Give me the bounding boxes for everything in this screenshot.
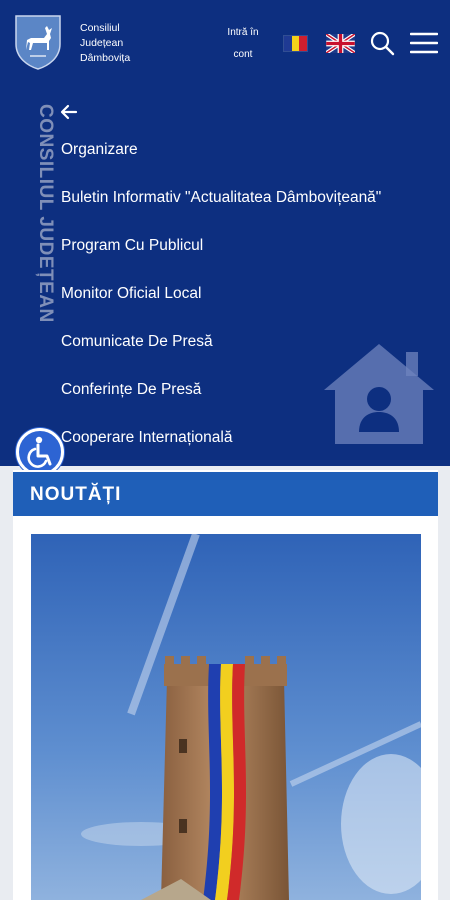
vertical-section-title: CONSILIUL JUDEȚEAN — [35, 104, 56, 323]
news-header: NOUTĂȚI — [13, 472, 438, 516]
back-arrow-icon[interactable] — [59, 102, 79, 122]
menu-item-organizare[interactable]: Organizare — [61, 138, 381, 186]
menu-item-buletin-informativ[interactable]: Buletin Informativ "Actualitatea Dâmbovi… — [61, 186, 381, 234]
uk-flag-icon[interactable] — [326, 34, 355, 53]
news-title: NOUTĂȚI — [30, 484, 122, 505]
search-icon[interactable] — [369, 30, 395, 56]
house-user-icon — [324, 344, 434, 444]
site-header: Consiliul Județean Dâmbovița Intră în co… — [0, 0, 450, 88]
navigation-menu-panel: CONSILIUL JUDEȚEAN Organizare Buletin In… — [0, 88, 450, 466]
wheelchair-icon — [27, 436, 52, 468]
accessibility-button[interactable] — [16, 428, 64, 476]
hamburger-menu-icon[interactable] — [410, 32, 438, 54]
news-section: NOUTĂȚI — [13, 470, 438, 900]
deer-crest-logo[interactable] — [14, 14, 62, 70]
login-link[interactable]: Intră în cont — [218, 22, 268, 66]
org-name[interactable]: Consiliul Județean Dâmbovița — [80, 21, 170, 66]
menu-item-monitor-oficial-local[interactable]: Monitor Oficial Local — [61, 282, 381, 330]
menu-item-program-cu-publicul[interactable]: Program Cu Publicul — [61, 234, 381, 282]
ro-flag-icon[interactable] — [283, 35, 308, 52]
news-image[interactable] — [31, 534, 421, 900]
